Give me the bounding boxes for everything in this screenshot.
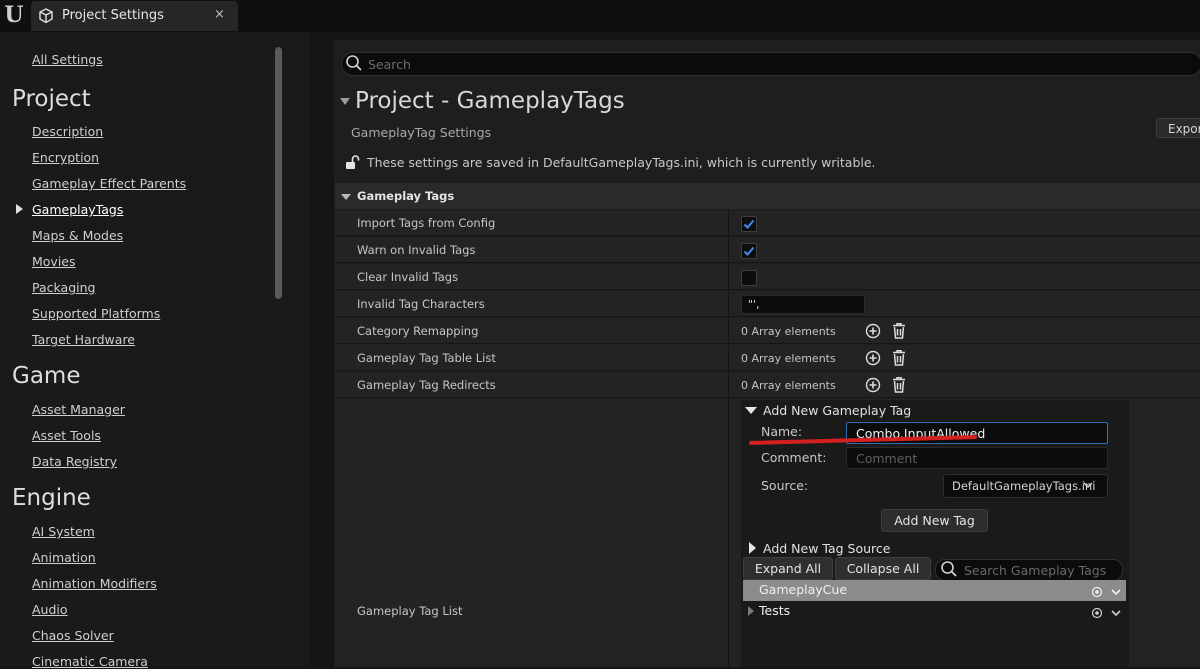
close-icon[interactable]: × <box>214 7 225 22</box>
tag-row[interactable] <box>743 601 1126 622</box>
sidebar-category-project: Project <box>12 86 91 112</box>
search-input[interactable] <box>366 54 1170 74</box>
tag-search-input[interactable] <box>962 560 1121 580</box>
collapse-triangle-icon[interactable] <box>745 407 757 414</box>
chevron-down-icon[interactable] <box>1110 586 1122 598</box>
checkmark-icon <box>743 246 755 256</box>
sidebar-scrollbar[interactable] <box>275 47 282 299</box>
array-count: 0 Array elements <box>741 379 836 392</box>
name-label: Name: <box>761 424 803 439</box>
sidebar-item-animation-modifiers[interactable]: Animation Modifiers <box>32 576 157 591</box>
expand-triangle-icon[interactable] <box>748 606 754 616</box>
add-source-section-title[interactable]: Add New Tag Source <box>763 541 890 556</box>
sidebar-item-audio[interactable]: Audio <box>32 602 68 617</box>
tab-label: Project Settings <box>62 8 164 23</box>
column-divider[interactable] <box>728 264 729 290</box>
search-icon <box>941 561 957 577</box>
tag-source-icon[interactable] <box>1091 586 1103 598</box>
add-new-tag-button[interactable]: Add New Tag <box>881 509 988 532</box>
property-label: Clear Invalid Tags <box>357 270 459 284</box>
sidebar-item-packaging[interactable]: Packaging <box>32 280 95 295</box>
property-row-invalid-chars: Invalid Tag Characters <box>335 291 1200 317</box>
category-label: Gameplay Tags <box>357 189 455 203</box>
chevron-down-icon[interactable] <box>1110 607 1122 619</box>
trash-icon[interactable] <box>891 376 907 393</box>
import-tags-checkbox[interactable] <box>741 216 757 232</box>
column-divider[interactable] <box>728 318 729 344</box>
column-divider[interactable] <box>728 345 729 371</box>
sidebar-item-animation[interactable]: Animation <box>32 550 96 565</box>
array-count: 0 Array elements <box>741 352 836 365</box>
property-row-warn-invalid: Warn on Invalid Tags <box>335 237 1200 263</box>
sidebar-item-chaos-solver[interactable]: Chaos Solver <box>32 628 114 643</box>
sidebar-item-movies[interactable]: Movies <box>32 254 76 269</box>
unlocked-lock-icon <box>346 155 360 169</box>
tag-name: Tests <box>759 603 791 618</box>
trash-icon[interactable] <box>891 349 907 366</box>
sidebar-item-data-registry[interactable]: Data Registry <box>32 454 117 469</box>
sidebar-item-encryption[interactable]: Encryption <box>32 150 99 165</box>
sidebar-item-all-settings[interactable]: All Settings <box>32 52 103 67</box>
settings-cube-icon <box>39 8 53 24</box>
sidebar-item-supported-platforms[interactable]: Supported Platforms <box>32 306 160 321</box>
sidebar-item-maps-modes[interactable]: Maps & Modes <box>32 228 123 243</box>
checkmark-icon <box>743 219 755 229</box>
sidebar-item-gameplay-effect-parents[interactable]: Gameplay Effect Parents <box>32 176 186 191</box>
property-label: Warn on Invalid Tags <box>357 243 476 257</box>
sidebar-item-target-hardware[interactable]: Target Hardware <box>32 332 135 347</box>
export-button[interactable]: Export <box>1156 118 1200 138</box>
add-element-icon[interactable] <box>865 323 881 339</box>
page-title: Project - GameplayTags <box>355 88 625 114</box>
column-divider[interactable] <box>728 237 729 263</box>
sidebar-item-gameplaytags[interactable]: GameplayTags <box>32 202 123 217</box>
tag-name: GameplayCue <box>759 582 848 597</box>
column-divider[interactable] <box>728 398 729 667</box>
unreal-logo-icon[interactable]: U <box>2 2 26 28</box>
property-label: Category Remapping <box>357 324 479 338</box>
collapse-triangle-icon[interactable] <box>341 194 351 200</box>
property-label: Gameplay Tag List <box>357 604 463 618</box>
page-subtitle: GameplayTag Settings <box>351 125 492 140</box>
expand-all-button[interactable]: Expand All <box>743 557 833 580</box>
property-row-clear-invalid: Clear Invalid Tags <box>335 264 1200 290</box>
trash-icon[interactable] <box>891 322 907 339</box>
add-element-icon[interactable] <box>865 350 881 366</box>
category-header[interactable] <box>335 183 1200 209</box>
property-row-import-tags: Import Tags from Config <box>335 210 1200 236</box>
tag-comment-input[interactable] <box>846 447 1108 469</box>
property-label: Gameplay Tag Table List <box>357 351 496 365</box>
collapse-all-button[interactable]: Collapse All <box>835 557 931 580</box>
config-status-text: These settings are saved in DefaultGamep… <box>367 155 876 170</box>
warn-invalid-checkbox[interactable] <box>741 243 757 259</box>
comment-label: Comment: <box>761 450 827 465</box>
source-label: Source: <box>761 478 809 493</box>
expand-triangle-icon[interactable] <box>749 542 756 554</box>
sidebar-item-description[interactable]: Description <box>32 124 103 139</box>
sidebar-item-asset-tools[interactable]: Asset Tools <box>32 428 101 443</box>
column-divider[interactable] <box>728 210 729 236</box>
sidebar-item-asset-manager[interactable]: Asset Manager <box>32 402 125 417</box>
search-icon <box>346 55 362 71</box>
add-element-icon[interactable] <box>865 377 881 393</box>
sidebar-item-ai-system[interactable]: AI System <box>32 524 95 539</box>
chevron-down-icon <box>1083 482 1093 489</box>
sidebar-category-game: Game <box>12 363 81 389</box>
property-row-table-list: Gameplay Tag Table List 0 Array elements <box>335 345 1200 371</box>
sidebar-category-engine: Engine <box>12 485 91 511</box>
property-row-redirects: Gameplay Tag Redirects 0 Array elements <box>335 372 1200 398</box>
property-label: Gameplay Tag Redirects <box>357 378 496 392</box>
column-divider[interactable] <box>728 372 729 398</box>
selected-arrow-icon <box>16 204 23 214</box>
column-divider[interactable] <box>728 291 729 317</box>
invalid-chars-input[interactable] <box>741 295 865 314</box>
add-tag-section-title[interactable]: Add New Gameplay Tag <box>763 403 911 418</box>
source-selected-value: DefaultGameplayTags.ini <box>952 479 1096 493</box>
array-count: 0 Array elements <box>741 325 836 338</box>
property-label: Invalid Tag Characters <box>357 297 485 311</box>
property-label: Import Tags from Config <box>357 216 496 230</box>
property-row-category-remap: Category Remapping 0 Array elements <box>335 318 1200 344</box>
clear-invalid-checkbox[interactable] <box>741 270 757 286</box>
collapse-triangle-icon[interactable] <box>340 98 350 105</box>
tag-source-icon[interactable] <box>1091 607 1103 619</box>
